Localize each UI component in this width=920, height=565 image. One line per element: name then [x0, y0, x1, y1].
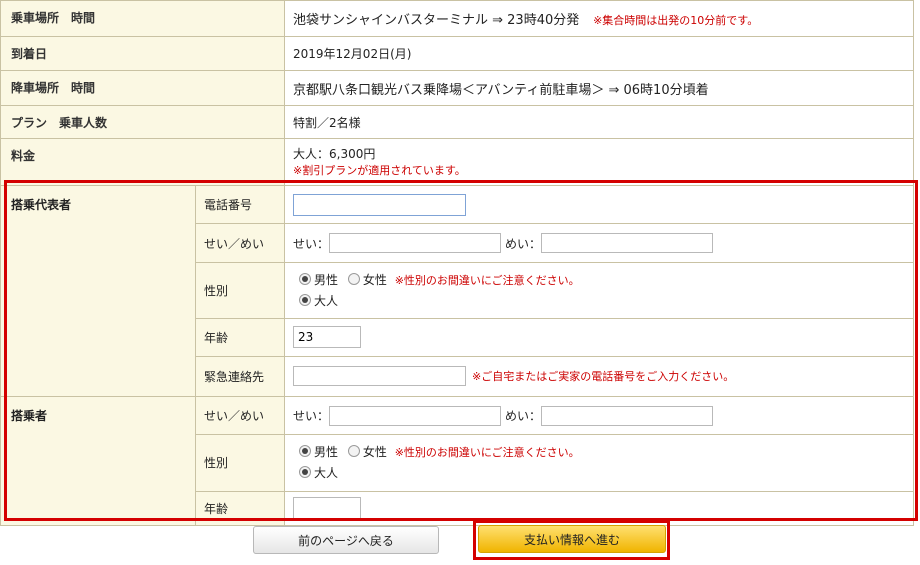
pas-sei-label: せい： — [293, 409, 330, 424]
rep-age-row: 年齢 — [196, 319, 914, 357]
rep-mei-input[interactable] — [541, 233, 714, 254]
rep-name-label: せい／めい — [196, 224, 285, 262]
pas-female-radio[interactable] — [347, 445, 360, 458]
representative-title: 搭乗代表者 — [1, 186, 196, 396]
pas-age-row: 年齢 — [196, 491, 914, 525]
alighting-label: 降車場所 時間 — [1, 71, 285, 105]
boarding-row: 乗車場所 時間 池袋サンシャインバスターミナル ⇒ 23時40分発 ※集合時間は… — [1, 1, 914, 37]
boarding-note: ※集合時間は出発の10分前です。 — [593, 14, 759, 27]
fare-label: 料金 — [1, 139, 285, 185]
plan-label: プラン 乗車人数 — [1, 106, 285, 138]
pas-age-label: 年齢 — [196, 491, 285, 525]
fare-row: 料金 大人：6,300円 ※割引プランが適用されています。 — [1, 139, 914, 186]
rep-age-input[interactable] — [293, 326, 361, 349]
passenger-section: 搭乗者 せい／めい せい： めい： 性別 男性 女性 ※性別のお間違いにご注意く… — [1, 397, 914, 526]
pas-adult-radio[interactable] — [299, 466, 311, 479]
rep-adult-label: 大人 — [314, 294, 339, 308]
fare-note: ※割引プランが適用されています。 — [293, 164, 466, 177]
plan-value: 特割／2名様 — [285, 106, 914, 138]
rep-male-radio[interactable] — [299, 273, 311, 285]
rep-name-row: せい／めい せい： めい： — [196, 224, 914, 263]
arrival-value: 2019年12月02日(月) — [285, 37, 914, 70]
rep-emergency-note: ※ご自宅またはご実家の電話番号をご入力ください。 — [472, 370, 735, 384]
rep-gender-row: 性別 男性 女性 ※性別のお間違いにご注意ください。 大人 — [196, 262, 914, 320]
pas-gender-label: 性別 — [196, 435, 285, 491]
rep-phone-input[interactable] — [293, 193, 466, 216]
rep-emergency-row: 緊急連絡先 ※ご自宅またはご実家の電話番号をご入力ください。 — [196, 356, 914, 396]
rep-sei-label: せい： — [293, 236, 330, 251]
pas-name-label: せい／めい — [196, 397, 285, 435]
booking-form-table: 乗車場所 時間 池袋サンシャインバスターミナル ⇒ 23時40分発 ※集合時間は… — [0, 0, 914, 526]
pas-adult-label: 大人 — [314, 466, 339, 481]
back-button[interactable]: 前のページへ戻る — [253, 526, 439, 554]
pas-gender-row: 性別 男性 女性 ※性別のお間違いにご注意ください。 大人 — [196, 435, 914, 492]
rep-adult-radio[interactable] — [299, 294, 311, 306]
arrival-label: 到着日 — [1, 37, 285, 70]
rep-female-label: 女性 — [362, 273, 387, 287]
plan-row: プラン 乗車人数 特割／2名様 — [1, 106, 914, 139]
alighting-value: 京都駅八条口観光バス乗降場＜アバンティ前駐車場＞ ⇒ 06時10分頃着 — [285, 71, 914, 105]
rep-emergency-label: 緊急連絡先 — [196, 356, 285, 396]
rep-gender-note: ※性別のお間違いにご注意ください。 — [394, 274, 580, 287]
pas-female-label: 女性 — [362, 445, 387, 460]
pas-name-row: せい／めい せい： めい： — [196, 397, 914, 436]
rep-sei-input[interactable] — [329, 233, 502, 254]
boarding-value: 池袋サンシャインバスターミナル ⇒ 23時40分発 — [293, 13, 580, 28]
rep-female-radio[interactable] — [347, 273, 360, 285]
rep-phone-row: 電話番号 — [196, 186, 914, 225]
pas-age-input[interactable] — [293, 497, 361, 520]
rep-emergency-input[interactable] — [293, 366, 466, 387]
representative-section: 搭乗代表者 電話番号 せい／めい せい： めい： 性別 男性 女性 ※性別のお間… — [1, 186, 914, 397]
fare-value: 大人：6,300円 — [293, 147, 376, 161]
pas-sei-input[interactable] — [329, 405, 502, 426]
rep-phone-label: 電話番号 — [196, 186, 285, 224]
pas-male-label: 男性 — [314, 445, 339, 460]
fare-value-cell: 大人：6,300円 ※割引プランが適用されています。 — [285, 139, 914, 185]
pas-gender-note: ※性別のお間違いにご注意ください。 — [394, 446, 580, 460]
pas-mei-label: めい： — [505, 409, 542, 424]
passenger-title: 搭乗者 — [1, 397, 196, 525]
rep-mei-label: めい： — [505, 236, 542, 251]
pas-male-radio[interactable] — [299, 445, 311, 458]
boarding-value-cell: 池袋サンシャインバスターミナル ⇒ 23時40分発 ※集合時間は出発の10分前で… — [285, 1, 914, 36]
next-button[interactable]: 支払い情報へ進む — [478, 525, 666, 553]
rep-male-label: 男性 — [314, 273, 339, 287]
pas-mei-input[interactable] — [541, 405, 714, 426]
alighting-row: 降車場所 時間 京都駅八条口観光バス乗降場＜アバンティ前駐車場＞ ⇒ 06時10… — [1, 71, 914, 106]
rep-gender-label: 性別 — [196, 262, 285, 319]
rep-age-label: 年齢 — [196, 319, 285, 356]
arrival-row: 到着日 2019年12月02日(月) — [1, 37, 914, 71]
boarding-label: 乗車場所 時間 — [1, 1, 285, 36]
